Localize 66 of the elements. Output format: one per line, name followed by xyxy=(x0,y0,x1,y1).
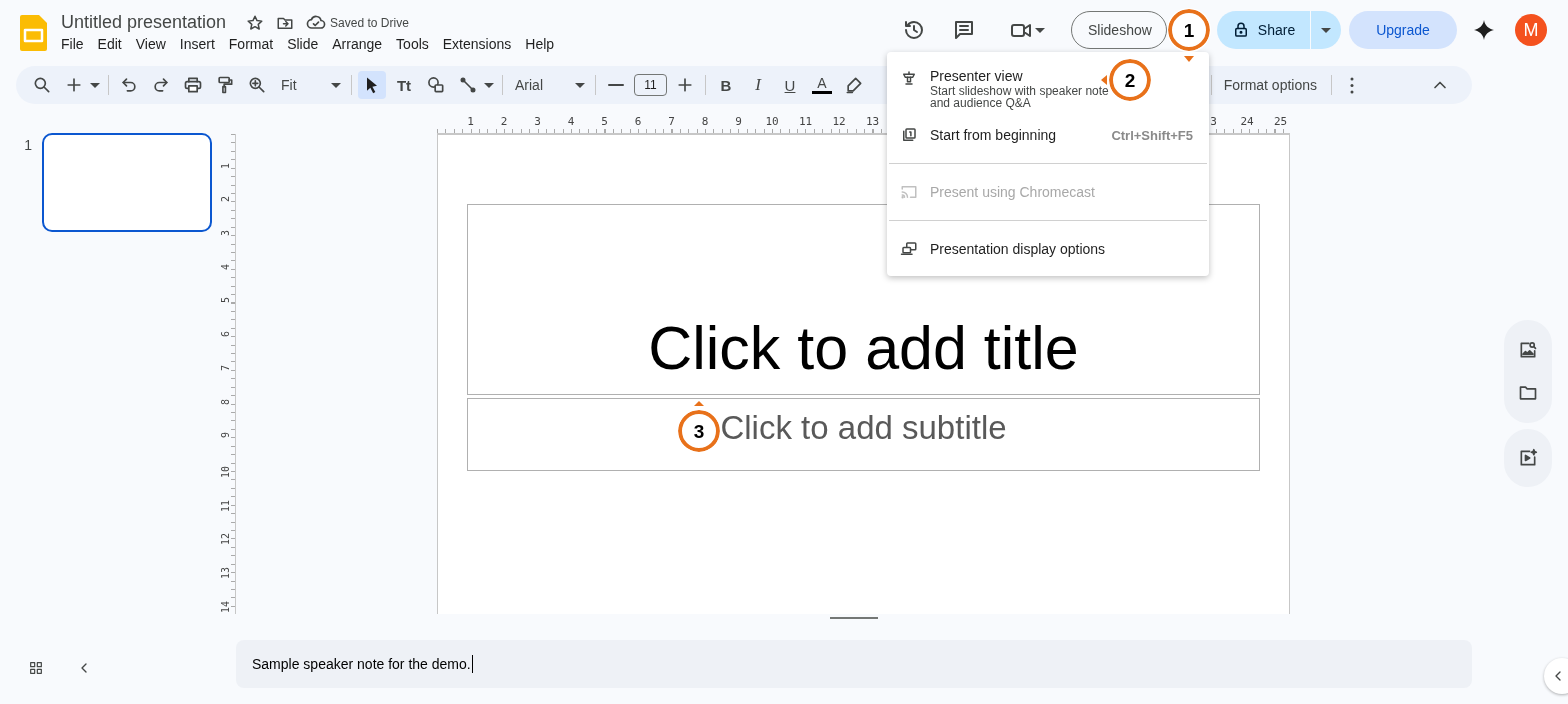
ruler-label: 9 xyxy=(221,432,232,439)
ruler-label: 25 xyxy=(1273,116,1288,127)
ruler-label: 9 xyxy=(735,116,742,127)
ruler-label: 24 xyxy=(1240,116,1254,127)
ruler-label: 6 xyxy=(221,331,232,338)
font-size-field[interactable]: 11 xyxy=(634,74,667,96)
format-options-button[interactable]: Format options xyxy=(1217,71,1323,99)
font-dropdown[interactable]: Arial xyxy=(509,71,589,99)
ruler-label: 6 xyxy=(634,116,642,127)
zoom-dropdown[interactable]: Fit xyxy=(275,71,345,99)
ruler-label: 3 xyxy=(534,116,541,127)
keyboard-shortcut: Ctrl+Shift+F5 xyxy=(1111,127,1193,143)
ruler-label: 2 xyxy=(221,196,232,203)
slide-number: 1 xyxy=(23,136,33,153)
ruler-label: 3 xyxy=(221,230,232,237)
underline-button[interactable]: U xyxy=(776,71,804,99)
ruler-label: 13 xyxy=(865,116,880,127)
ruler-label: 1 xyxy=(221,162,232,169)
text-color-button[interactable]: A xyxy=(808,71,836,99)
document-title[interactable]: Untitled presentation xyxy=(61,12,227,33)
italic-button[interactable]: I xyxy=(744,71,772,99)
ruler-label: 3 xyxy=(1210,116,1217,127)
menu-item[interactable]: Start from beginning xyxy=(930,126,1057,144)
ruler-label: 10 xyxy=(221,465,232,478)
ruler-label: 13 xyxy=(221,566,232,579)
ruler-label: 11 xyxy=(798,116,813,127)
bold-button[interactable]: B xyxy=(712,71,740,99)
menu-item-description: and audience Q&A xyxy=(930,97,1032,109)
ruler-label: 7 xyxy=(221,364,232,371)
share-button[interactable]: Share xyxy=(1217,11,1310,49)
ruler-label: 10 xyxy=(765,116,779,127)
ruler-label: 5 xyxy=(601,116,608,127)
ruler-label: 5 xyxy=(221,297,232,304)
save-status: Saved to Drive xyxy=(330,15,409,30)
menu-item[interactable]: Arrange xyxy=(325,35,390,53)
speaker-notes-field[interactable]: Sample speaker note for the demo. xyxy=(236,640,1472,688)
menu-item[interactable]: Slide xyxy=(280,35,326,53)
ruler-label: 12 xyxy=(832,116,846,127)
ruler-label: 8 xyxy=(701,116,709,127)
menu-item: Present using Chromecast xyxy=(930,183,1095,201)
speaker-notes-text: Sample speaker note for the demo. xyxy=(252,656,471,672)
menu-item-description: Start slideshow with speaker note xyxy=(930,85,1109,97)
menu-item[interactable]: Format xyxy=(221,35,281,53)
menu-item[interactable]: File xyxy=(54,35,91,53)
ruler-label: 4 xyxy=(221,263,232,270)
menu-item[interactable]: Tools xyxy=(389,35,436,53)
menu-item[interactable]: Edit xyxy=(90,35,129,53)
ruler-label: 1 xyxy=(467,116,474,127)
ruler-label: 12 xyxy=(221,533,232,546)
subtitle-placeholder-text: Click to add subtitle xyxy=(720,409,1007,448)
text-box-tool-button[interactable]: Tt xyxy=(390,71,418,99)
menu-item[interactable]: Presentation display options xyxy=(930,240,1106,258)
menu-item[interactable]: Presenter view xyxy=(930,67,1109,85)
menu-item[interactable]: Extensions xyxy=(435,35,519,53)
title-placeholder-text: Click to add title xyxy=(648,316,1079,380)
menu-item[interactable]: Help xyxy=(518,35,562,53)
ruler-label: 2 xyxy=(500,116,508,127)
ruler-label: 4 xyxy=(567,116,575,127)
menu-item[interactable]: View xyxy=(128,35,173,53)
ruler-label: 14 xyxy=(221,600,232,613)
ruler-label: 8 xyxy=(221,398,232,405)
upgrade-button[interactable]: Upgrade xyxy=(1349,11,1457,49)
slideshow-button[interactable]: Slideshow xyxy=(1071,11,1167,49)
ruler-label: 11 xyxy=(221,499,232,512)
menu-item[interactable]: Insert xyxy=(172,35,222,53)
ruler-label: 7 xyxy=(668,116,675,127)
